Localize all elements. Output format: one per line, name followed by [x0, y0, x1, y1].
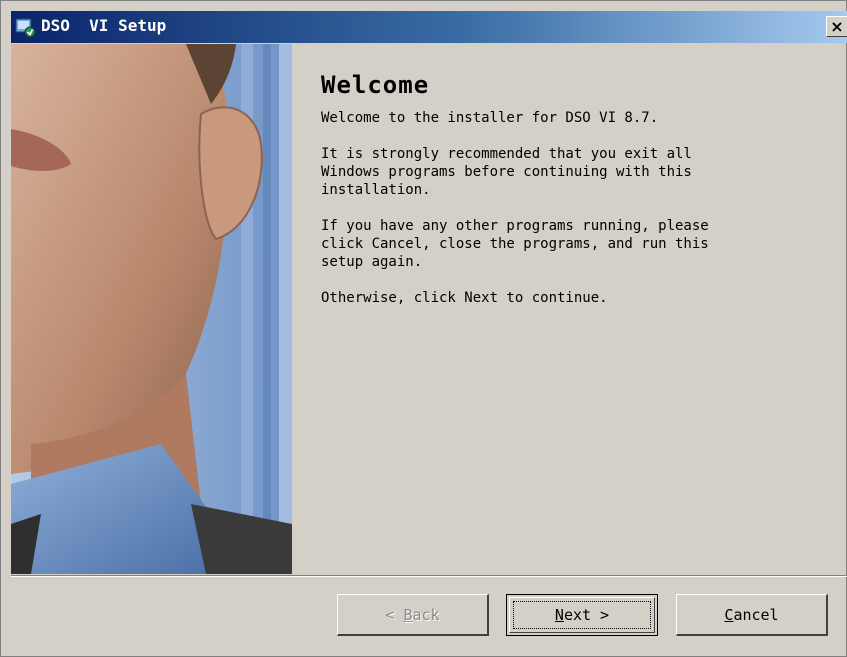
welcome-content: Welcome Welcome to the installer for DSO… [321, 71, 831, 325]
back-button[interactable]: < Back [337, 594, 489, 636]
cancel-button-label: Cancel [724, 605, 779, 624]
page-heading: Welcome [321, 71, 430, 99]
back-button-label: < Back [385, 605, 440, 624]
setup-installer-icon [15, 16, 37, 38]
setup-window: DSO VI Setup × Welcome Welcome to the in… [0, 0, 847, 657]
continue-paragraph: Otherwise, click Next to continue. [321, 290, 608, 306]
welcome-side-image [11, 44, 292, 574]
title-bar[interactable]: DSO VI Setup × [11, 11, 847, 43]
welcome-paragraph: Welcome to the installer for DSO VI 8.7. [321, 110, 659, 126]
next-button-label: Next > [554, 606, 610, 624]
next-button[interactable]: Next > [506, 594, 658, 636]
close-button[interactable]: × [826, 16, 847, 37]
footer-separator [11, 575, 847, 577]
close-icon: × [830, 16, 844, 36]
cancel-instructions-paragraph: If you have any other programs running, … [321, 218, 709, 270]
exit-programs-paragraph: It is strongly recommended that you exit… [321, 146, 692, 198]
window-title: DSO VI Setup [41, 16, 167, 35]
cancel-button[interactable]: Cancel [676, 594, 828, 636]
